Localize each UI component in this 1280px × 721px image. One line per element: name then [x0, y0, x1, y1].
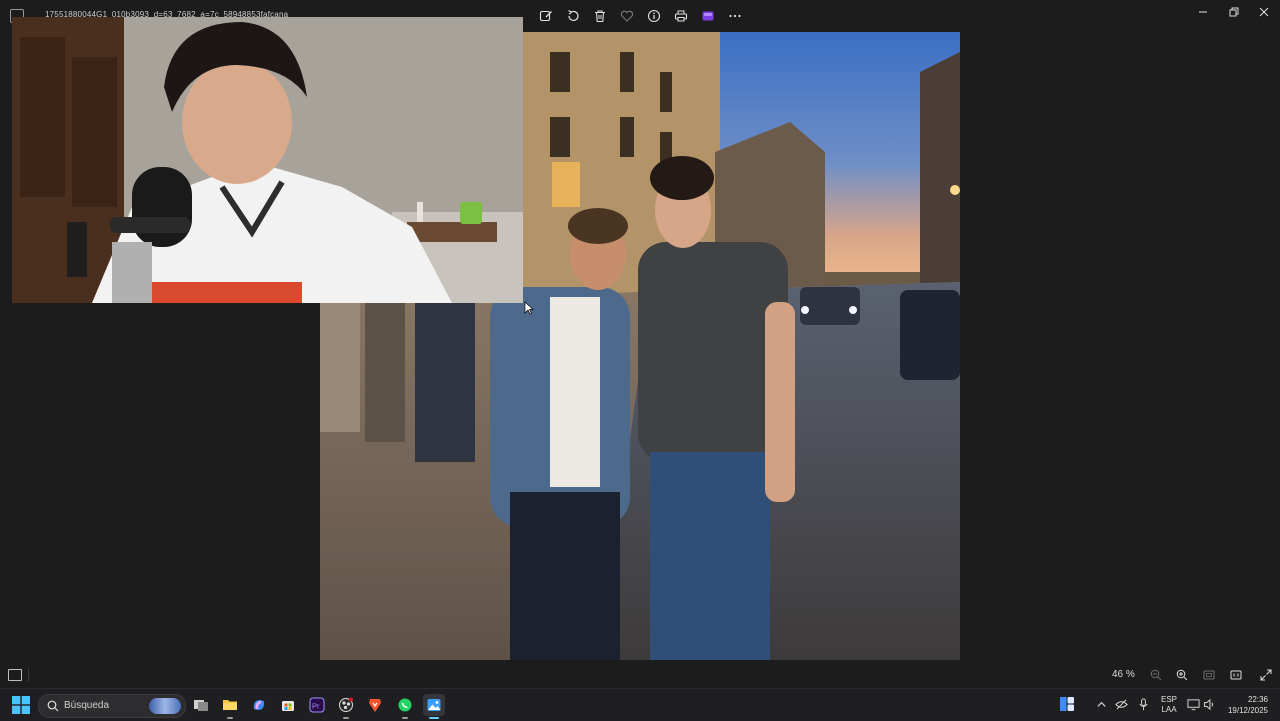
brave-icon — [369, 699, 381, 712]
display-button[interactable] — [1186, 697, 1200, 711]
image-toolbar — [536, 6, 745, 26]
zoom-in-icon — [1176, 669, 1188, 681]
widgets-button[interactable] — [1059, 696, 1075, 712]
minimize-icon — [1199, 11, 1207, 13]
info-button[interactable] — [644, 6, 664, 26]
microphone-button[interactable] — [1136, 697, 1150, 711]
rotate-icon — [568, 9, 579, 22]
windows-taskbar: Búsqueda Pr ESP LAA 22:36 19/12/2025 — [0, 688, 1280, 721]
show-hidden-icons-button[interactable] — [1094, 697, 1108, 711]
fullscreen-button[interactable] — [1258, 667, 1274, 683]
zoom-out-button[interactable] — [1148, 667, 1164, 683]
monitor-icon — [1186, 698, 1200, 710]
microphone-icon — [1138, 697, 1148, 710]
task-view-icon — [194, 700, 208, 711]
heart-icon — [620, 10, 634, 22]
folder-icon — [223, 700, 237, 710]
whatsapp-icon — [398, 698, 412, 712]
expand-icon — [1260, 669, 1272, 681]
clock[interactable]: 22:36 19/12/2025 — [1222, 694, 1268, 716]
fit-window-icon — [1203, 670, 1215, 680]
status-divider — [28, 668, 29, 682]
taskbar-search-box[interactable]: Búsqueda — [38, 694, 186, 718]
search-highlight-image — [149, 698, 181, 714]
actual-size-button[interactable] — [1228, 667, 1244, 683]
favorite-button[interactable] — [617, 6, 637, 26]
webcam-overlay — [12, 17, 523, 303]
task-view-button[interactable] — [190, 694, 212, 716]
rotate-button[interactable] — [563, 6, 583, 26]
more-icon — [729, 14, 741, 18]
printer-icon — [674, 10, 688, 22]
premiere-pro-icon: Pr — [309, 697, 325, 713]
microsoft-store-button[interactable] — [277, 694, 299, 716]
running-indicator — [343, 717, 349, 719]
whatsapp-button[interactable] — [394, 694, 416, 719]
clock-time: 22:36 — [1247, 695, 1268, 704]
input-language[interactable]: ESP LAA — [1160, 695, 1178, 715]
photos-icon — [427, 699, 441, 711]
print-button[interactable] — [671, 6, 691, 26]
network-button[interactable] — [1114, 697, 1128, 711]
chevron-up-icon — [1096, 701, 1106, 707]
brave-browser-button[interactable] — [364, 694, 386, 716]
actual-size-icon — [1230, 670, 1242, 680]
clipchamp-icon — [702, 11, 714, 21]
running-indicator — [227, 717, 233, 719]
edit-icon — [539, 10, 552, 22]
close-icon — [1259, 7, 1269, 17]
search-icon — [47, 700, 59, 712]
running-indicator — [402, 717, 408, 719]
zoom-out-icon — [1150, 669, 1162, 681]
more-button[interactable] — [725, 6, 745, 26]
restore-icon — [1229, 7, 1239, 17]
edit-image-button[interactable] — [536, 6, 556, 26]
svg-text:Pr: Pr — [312, 702, 320, 711]
minimize-button[interactable] — [1188, 4, 1218, 20]
obs-icon — [339, 697, 353, 712]
photo-status-bar: 46 % — [0, 662, 1280, 688]
close-button[interactable] — [1249, 4, 1279, 20]
premiere-pro-button[interactable]: Pr — [306, 694, 328, 716]
language-code: ESP — [1160, 695, 1177, 704]
restore-button[interactable] — [1219, 4, 1249, 20]
info-icon — [647, 9, 661, 23]
volume-button[interactable] — [1202, 697, 1216, 711]
active-indicator — [429, 717, 439, 719]
search-placeholder: Búsqueda — [64, 700, 110, 711]
delete-button[interactable] — [590, 6, 610, 26]
trash-icon — [595, 10, 605, 23]
photos-app-button[interactable] — [423, 694, 445, 719]
zoom-level: 46 % — [1112, 669, 1135, 680]
webcam-video-image — [12, 17, 523, 303]
keyboard-layout: LAA — [1161, 705, 1177, 714]
store-icon — [282, 701, 294, 711]
speaker-icon — [1203, 698, 1213, 710]
obs-studio-button[interactable] — [335, 694, 357, 719]
hidden-eye-icon — [1114, 699, 1128, 709]
windows-start-icon[interactable] — [12, 696, 30, 714]
zoom-in-button[interactable] — [1174, 667, 1190, 683]
filmstrip-toggle-icon[interactable] — [8, 669, 22, 681]
file-explorer-button[interactable] — [219, 694, 241, 719]
clock-date: 19/12/2025 — [1227, 706, 1268, 715]
copilot-icon — [253, 700, 265, 710]
widgets-icon — [1060, 697, 1074, 711]
fit-to-window-button[interactable] — [1201, 667, 1217, 683]
clipchamp-button[interactable] — [698, 6, 718, 26]
mouse-cursor-icon — [524, 301, 534, 315]
copilot-button[interactable] — [248, 694, 270, 716]
